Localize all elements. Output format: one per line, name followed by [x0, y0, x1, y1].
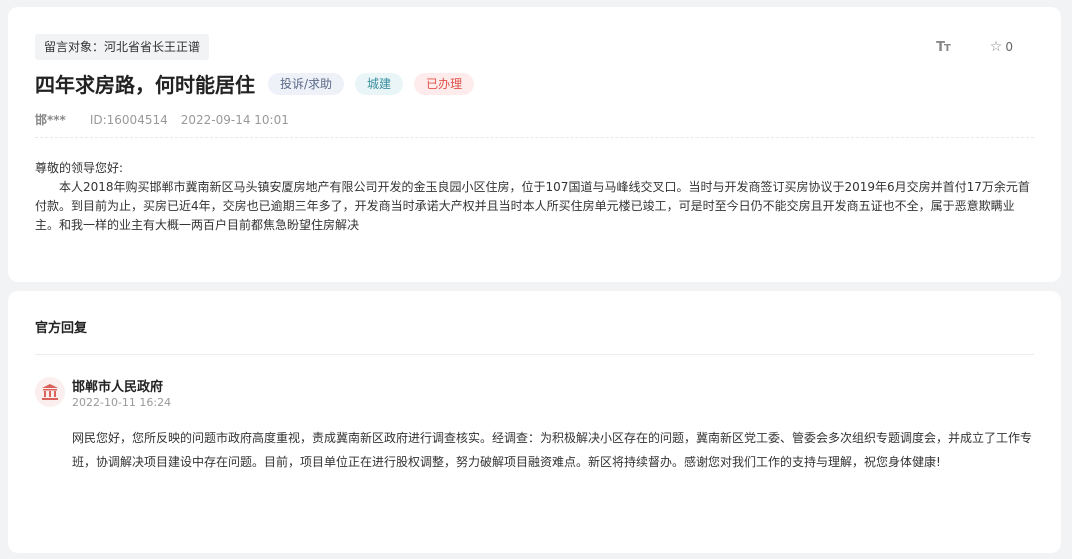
- font-size-icon[interactable]: TT: [936, 40, 951, 55]
- message-body: 本人2018年购买邯郸市冀南新区马头镇安厦房地产有限公司开发的金玉良园小区住房，…: [35, 180, 1030, 232]
- reply-card: 官方回复 邯郸市人民政府 2022-10-11 16:24 网民您好，您所反映的…: [8, 291, 1061, 553]
- message-card: 留言对象：河北省省长王正谱 TT ☆ 0 四年求房路，何时能居住 投诉/求助 城…: [8, 7, 1061, 282]
- favorite-count: 0: [1005, 40, 1013, 54]
- message-meta: 邯*** ID:16004514 2022-09-14 10:01: [35, 111, 1034, 138]
- star-icon: ☆: [989, 39, 1003, 55]
- message-tools: TT ☆ 0: [936, 39, 1013, 55]
- message-id: ID:16004514: [89, 112, 168, 127]
- message-target-tag: 留言对象：河北省省长王正谱: [35, 34, 210, 60]
- type-tag: 投诉/求助: [268, 72, 345, 95]
- reply-org-name: 邯郸市人民政府: [72, 380, 164, 395]
- message-title: 四年求房路，何时能居住: [35, 73, 255, 97]
- title-row: 四年求房路，何时能居住 投诉/求助 城建 已办理: [35, 69, 485, 98]
- message-greeting: 尊敬的领导您好:: [35, 161, 124, 175]
- reply-section-title: 官方回复: [35, 321, 88, 336]
- reply-body: 网民您好，您所反映的问题市政府高度重视，责成冀南新区政府进行调查核实。经调查：为…: [72, 431, 1033, 469]
- reply-time: 2022-10-11 16:24: [72, 396, 172, 409]
- government-building-icon: [35, 377, 65, 407]
- message-author: 邯***: [35, 113, 66, 127]
- status-badge: 已办理: [414, 72, 475, 95]
- favorite-button[interactable]: ☆ 0: [990, 39, 1013, 55]
- message-datetime: 2022-09-14 10:01: [180, 112, 289, 127]
- message-content: 尊敬的领导您好: 本人2018年购买邯郸市冀南新区马头镇安厦房地产有限公司开发的…: [35, 159, 1035, 235]
- category-tag: 城建: [355, 72, 404, 95]
- divider: [35, 354, 1034, 355]
